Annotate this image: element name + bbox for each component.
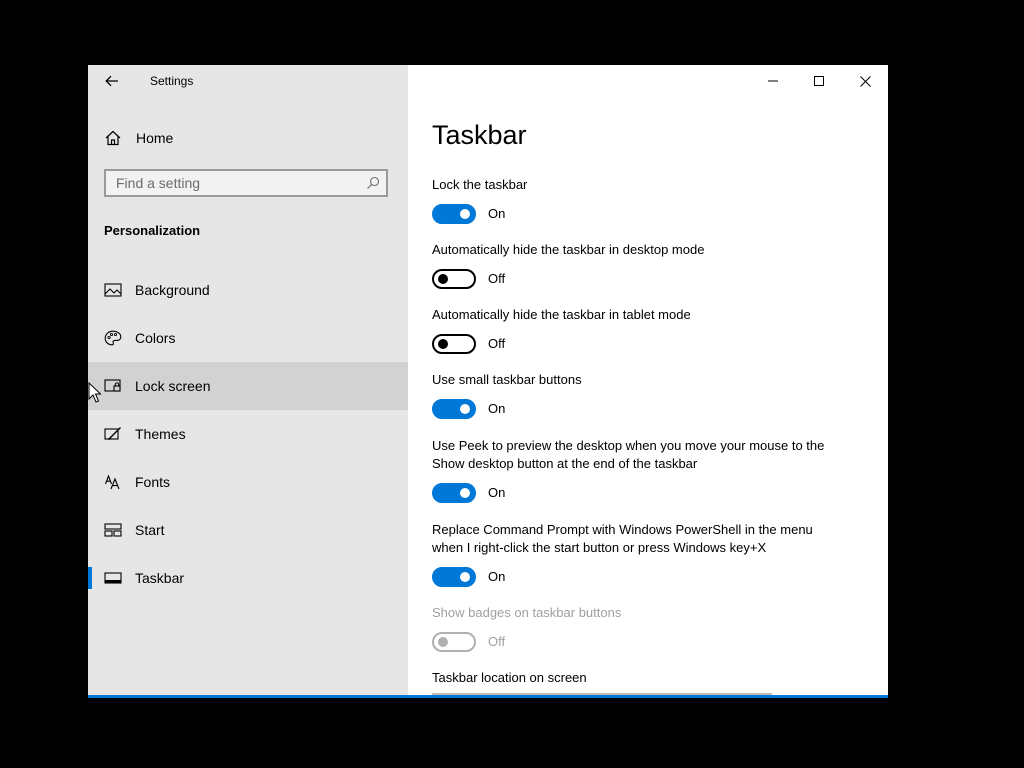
setting-autohide-desktop: Automatically hide the taskbar in deskto… xyxy=(432,241,872,291)
setting-powershell: Replace Command Prompt with Windows Powe… xyxy=(432,521,872,589)
back-arrow-icon xyxy=(105,75,118,87)
setting-label: Automatically hide the taskbar in tablet… xyxy=(432,307,691,322)
toggle-knob xyxy=(460,488,470,498)
setting-badges: Show badges on taskbar buttons Off xyxy=(432,604,872,654)
palette-icon xyxy=(104,330,122,346)
toggle-state-label: Off xyxy=(488,336,506,351)
powershell-toggle[interactable] xyxy=(432,567,476,587)
toggle-knob xyxy=(460,404,470,414)
title-bar: Settings xyxy=(88,65,408,97)
setting-location: Taskbar location on screen xyxy=(432,669,872,687)
lock-screen-icon xyxy=(104,379,121,392)
setting-label: Taskbar location on screen xyxy=(432,670,587,685)
mouse-cursor-icon xyxy=(88,382,102,403)
toggle-state-label: On xyxy=(488,206,506,221)
setting-label: Automatically hide the taskbar in deskto… xyxy=(432,242,705,257)
setting-label-line2: when I right-click the start button or p… xyxy=(432,540,767,555)
setting-label-line1: Use Peek to preview the desktop when you… xyxy=(432,438,825,453)
page-title: Taskbar xyxy=(432,120,527,150)
search-icon[interactable] xyxy=(366,176,380,190)
selection-indicator xyxy=(88,567,92,589)
search-input[interactable] xyxy=(106,171,366,195)
sidebar-item-themes[interactable]: Themes xyxy=(88,410,408,458)
picture-icon xyxy=(104,283,122,297)
setting-lock-taskbar: Lock the taskbar On xyxy=(432,176,872,226)
toggle-state-label: Off xyxy=(488,271,506,286)
toggle-state-label: On xyxy=(488,485,506,500)
app-title: Settings xyxy=(150,74,194,88)
lock-taskbar-toggle[interactable] xyxy=(432,204,476,224)
sidebar-item-start[interactable]: Start xyxy=(88,506,408,554)
back-button[interactable] xyxy=(98,69,126,93)
sidebar-item-label: Start xyxy=(135,522,165,538)
autohide-tablet-toggle[interactable] xyxy=(432,334,476,354)
toggle-knob xyxy=(438,339,448,349)
sidebar-item-label: Themes xyxy=(135,426,186,442)
sidebar-item-label: Lock screen xyxy=(135,378,211,394)
settings-window: Settings Home Personalization Background xyxy=(88,65,888,698)
toggle-knob xyxy=(438,637,448,647)
sidebar-item-label: Fonts xyxy=(135,474,171,490)
badges-toggle xyxy=(432,632,476,652)
setting-small-buttons: Use small taskbar buttons On xyxy=(432,371,872,421)
sidebar-item-fonts[interactable]: Fonts xyxy=(88,458,408,506)
sidebar-item-background[interactable]: Background xyxy=(88,266,408,314)
setting-label: Show badges on taskbar buttons xyxy=(432,605,622,620)
maximize-icon xyxy=(814,76,824,86)
toggle-knob xyxy=(460,572,470,582)
toggle-knob xyxy=(438,274,448,284)
toggle-state-label: Off xyxy=(488,634,506,649)
window-controls xyxy=(750,65,888,97)
sidebar-item-label: Colors xyxy=(135,330,176,346)
sidebar-item-label: Background xyxy=(135,282,210,298)
close-button[interactable] xyxy=(842,65,888,97)
sidebar-item-label: Taskbar xyxy=(135,570,185,586)
sidebar-item-taskbar[interactable]: Taskbar xyxy=(88,554,408,602)
small-buttons-toggle[interactable] xyxy=(432,399,476,419)
minimize-icon xyxy=(768,80,778,82)
taskbar-icon xyxy=(104,572,122,584)
home-icon xyxy=(105,130,121,146)
peek-toggle[interactable] xyxy=(432,483,476,503)
main-content: Taskbar Lock the taskbar On Automaticall… xyxy=(408,65,888,695)
start-icon xyxy=(104,523,122,537)
minimize-button[interactable] xyxy=(750,65,796,97)
setting-autohide-tablet: Automatically hide the taskbar in tablet… xyxy=(432,306,872,356)
sidebar: Settings Home Personalization Background xyxy=(88,65,408,695)
setting-label: Use small taskbar buttons xyxy=(432,372,582,387)
setting-label-line1: Replace Command Prompt with Windows Powe… xyxy=(432,522,813,537)
sidebar-item-colors[interactable]: Colors xyxy=(88,314,408,362)
maximize-button[interactable] xyxy=(796,65,842,97)
close-icon xyxy=(859,75,871,87)
sidebar-item-lock-screen[interactable]: Lock screen xyxy=(88,362,408,410)
toggle-state-label: On xyxy=(488,401,506,416)
setting-label: Lock the taskbar xyxy=(432,177,528,192)
sidebar-item-home[interactable]: Home xyxy=(88,121,408,155)
setting-label-line2: Show desktop button at the end of the ta… xyxy=(432,456,698,471)
brush-icon xyxy=(104,427,121,440)
toggle-state-label: On xyxy=(488,569,506,584)
section-heading: Personalization xyxy=(104,223,201,238)
autohide-desktop-toggle[interactable] xyxy=(432,269,476,289)
setting-peek: Use Peek to preview the desktop when you… xyxy=(432,437,872,505)
search-box[interactable] xyxy=(104,169,388,197)
window-accent-border xyxy=(88,695,888,698)
toggle-knob xyxy=(460,209,470,219)
fonts-icon xyxy=(104,474,120,490)
sidebar-item-label: Home xyxy=(136,130,174,146)
